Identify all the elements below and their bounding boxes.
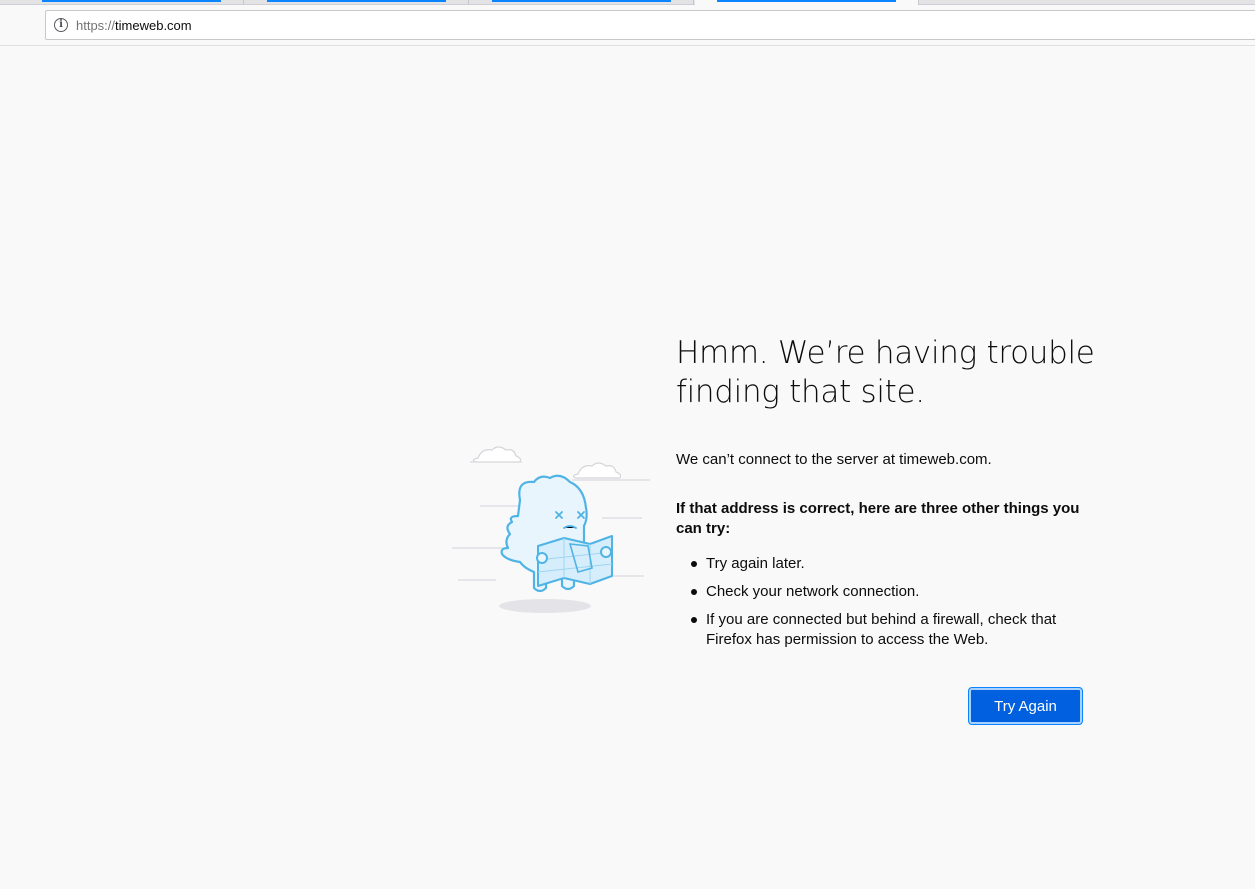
tip-item: Try again later. bbox=[688, 554, 1096, 574]
error-subheading: If that address is correct, here are thr… bbox=[676, 500, 1080, 537]
map-icon bbox=[537, 535, 613, 587]
url-scheme: https:// bbox=[76, 18, 116, 33]
error-content: Hmm. We’re having trouble finding that s… bbox=[676, 334, 1096, 658]
tip-item: If you are connected but behind a firewa… bbox=[688, 610, 1096, 650]
try-again-button[interactable]: Try Again bbox=[969, 688, 1082, 724]
url-text[interactable]: https://timeweb.com bbox=[76, 18, 192, 33]
tips-list: Try again later. Check your network conn… bbox=[676, 554, 1096, 650]
tab-3[interactable] bbox=[470, 0, 694, 5]
url-bar[interactable]: i https://timeweb.com bbox=[45, 10, 1255, 40]
tip-item: Check your network connection. bbox=[688, 582, 1096, 602]
dino-with-map-illustration bbox=[452, 446, 650, 613]
error-title: Hmm. We’re having trouble finding that s… bbox=[676, 335, 1095, 410]
url-host: timeweb.com bbox=[115, 18, 192, 33]
site-info-icon[interactable]: i bbox=[54, 18, 68, 32]
tab-1[interactable] bbox=[20, 0, 244, 5]
tab-strip bbox=[0, 0, 1255, 5]
error-description: We can’t connect to the server at timewe… bbox=[676, 451, 992, 468]
tab-2[interactable] bbox=[245, 0, 469, 5]
browser-toolbar: i https://timeweb.com bbox=[0, 0, 1255, 46]
tab-active[interactable] bbox=[695, 0, 919, 5]
